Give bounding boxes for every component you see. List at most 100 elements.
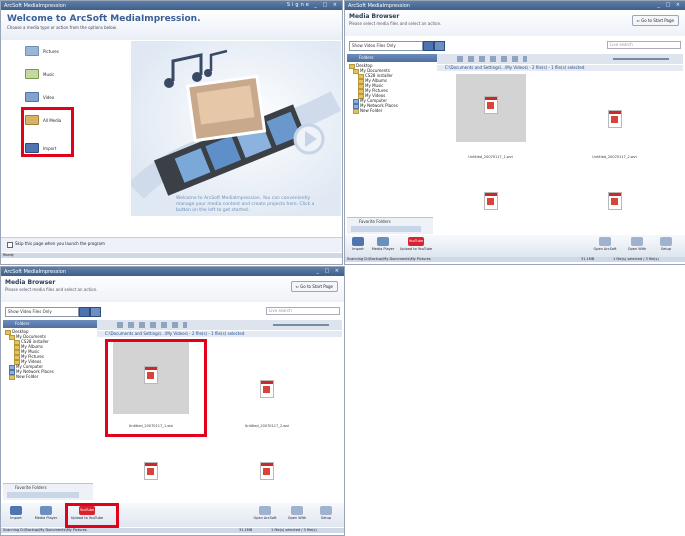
window-controls[interactable]: _ □ × (657, 2, 682, 8)
welcome-description: Welcome to ArcSoft MediaImpression. You … (176, 196, 315, 213)
open-arcsoft-label: Open ArcSoft (253, 516, 277, 520)
tree-item[interactable]: New Folder (5, 374, 93, 380)
folders-panel-header: Folders (347, 54, 445, 62)
import-button[interactable]: Import (7, 506, 25, 520)
app-title: ArcSoft MediaImpression (4, 2, 66, 9)
tree-item[interactable]: New Folder (349, 108, 433, 114)
welcome-subheading: Choose a media type or action from the o… (7, 25, 117, 30)
window-controls[interactable]: Signe _ □ × (287, 2, 339, 8)
setup-label: Setup (320, 516, 332, 520)
setup-button[interactable]: Setup (655, 237, 677, 251)
setup-button[interactable]: Setup (315, 506, 337, 520)
media-player-button[interactable]: Media Player (33, 506, 59, 520)
menu-label: Music (43, 71, 55, 77)
go-to-start-page-button[interactable]: ⇐ Go to Start Page (631, 15, 679, 26)
menu-pictures[interactable]: Pictures (25, 46, 59, 56)
video-file-icon (260, 462, 274, 480)
open-arcsoft-button[interactable]: Open ArcSoft (251, 506, 279, 520)
status-bar: Scanning D:\Backup\My Documents\My Pictu… (1, 528, 344, 533)
action-bar: Import Media Player YouTube Upload to You… (345, 235, 685, 257)
media-thumbnail[interactable]: Untitled_20070117_1.wvi (453, 74, 528, 159)
video-file-icon (260, 380, 274, 398)
path-info-bar: C:\Documents and Settings\...\My Videos\… (437, 65, 683, 71)
open-arcsoft-button[interactable]: Open ArcSoft (591, 237, 619, 251)
filter-apply-button[interactable] (434, 41, 445, 51)
import-icon (10, 506, 22, 515)
highlight-upload-youtube (65, 503, 119, 528)
skip-checkbox[interactable] (7, 242, 13, 248)
setup-label: Setup (660, 247, 672, 251)
status-right: 1 file(s) selected / 3 file(s) (613, 257, 659, 261)
zoom-slider[interactable] (613, 58, 669, 60)
pictures-icon (25, 46, 39, 56)
media-player-label: Media Player (371, 247, 395, 251)
menu-label: Pictures (43, 48, 59, 54)
goto-label: Go to Start Page (641, 18, 674, 23)
video-file-icon (607, 192, 622, 210)
import-button[interactable]: Import (349, 237, 367, 251)
zoom-slider[interactable] (273, 324, 329, 326)
toolbar-icons[interactable] (117, 322, 187, 328)
window-controls[interactable]: _ □ × (316, 268, 341, 274)
search-input[interactable]: Live search (607, 41, 681, 49)
status-left: Scanning D:\Backup\My Documents\My Pictu… (347, 257, 431, 261)
filter-dropdown-button[interactable] (423, 41, 434, 51)
go-to-start-page-button[interactable]: ⇐ Go to Start Page (290, 281, 338, 292)
media-player-button[interactable]: Media Player (371, 237, 395, 251)
status-bar: Ready (1, 253, 342, 258)
favorite-folders-label: Favorite Folders (359, 219, 391, 224)
media-grid: Untitled_20070117_1.wvi Untitled_2007011… (437, 72, 683, 232)
media-thumbnail[interactable] (453, 182, 528, 212)
video-file-icon (144, 462, 158, 480)
browser-titlebar: ArcSoft MediaImpression _ □ × (1, 267, 344, 276)
favorite-folders-panel: Favorite Folders (347, 217, 433, 234)
tree-label: New Folder (360, 108, 383, 113)
hero-illustration (131, 41, 341, 216)
video-icon (25, 92, 39, 102)
media-thumbnail[interactable] (577, 182, 652, 212)
media-thumbnail[interactable] (227, 448, 307, 480)
welcome-titlebar: ArcSoft MediaImpression Signe _ □ × (1, 1, 342, 10)
open-with-button[interactable]: Open With (285, 506, 309, 520)
filter-dropdown-button[interactable] (79, 307, 90, 317)
media-browser-window-2: ArcSoft MediaImpression _ □ × Media Brow… (0, 266, 345, 536)
filter-apply-button[interactable] (90, 307, 101, 317)
action-bar: Import Media Player YouTube Upload to You… (1, 503, 344, 527)
import-icon (352, 237, 364, 246)
filter-select[interactable]: Show Video Files Only (5, 307, 79, 317)
import-label: Import (10, 516, 22, 520)
menu-label: Video (43, 94, 55, 100)
video-file-icon (607, 110, 622, 128)
path-info-bar: C:\Documents and Settings\...\My Videos\… (97, 331, 342, 337)
status-size: 31.1MB (581, 257, 595, 261)
welcome-footer: Skip this page when you launch the progr… (1, 237, 342, 252)
folders-label: Folders (15, 321, 30, 326)
media-thumbnail[interactable]: Untitled_20070117_2.wvi (227, 342, 307, 428)
open-arcsoft-icon (259, 506, 271, 515)
toolbar-icons[interactable] (457, 56, 527, 62)
menu-music[interactable]: Music (25, 69, 54, 79)
goto-label: Go to Start Page (300, 284, 333, 289)
open-with-label: Open With (627, 247, 647, 251)
favorite-toolbar[interactable] (351, 226, 421, 232)
folder-icon (9, 374, 15, 380)
media-thumbnail[interactable] (111, 448, 191, 480)
media-player-label: Media Player (34, 516, 58, 520)
status-bar: Scanning D:\Backup\My Documents\My Pictu… (345, 257, 685, 262)
upload-youtube-button[interactable]: YouTube Upload to YouTube (399, 237, 433, 251)
media-browser-window: ArcSoft MediaImpression _ □ × Media Brow… (344, 0, 685, 265)
menu-video[interactable]: Video (25, 92, 54, 102)
media-player-icon (377, 237, 389, 246)
open-with-button[interactable]: Open With (625, 237, 649, 251)
skip-label: Skip this page when you launch the progr… (15, 241, 105, 246)
filter-select[interactable]: Show Video Files Only (349, 41, 423, 51)
highlight-selected-video (105, 339, 207, 437)
youtube-icon: YouTube (408, 237, 424, 246)
search-input[interactable]: Live search (266, 307, 340, 315)
media-thumbnail[interactable]: Untitled_20070117_2.wvi (577, 74, 652, 159)
open-with-icon (631, 237, 643, 246)
favorite-toolbar[interactable] (7, 492, 79, 498)
status-left: Scanning D:\Backup\My Documents\My Pictu… (3, 528, 87, 532)
welcome-heading: Welcome to ArcSoft MediaImpression. (7, 14, 201, 24)
browser-titlebar: ArcSoft MediaImpression _ □ × (345, 1, 685, 10)
